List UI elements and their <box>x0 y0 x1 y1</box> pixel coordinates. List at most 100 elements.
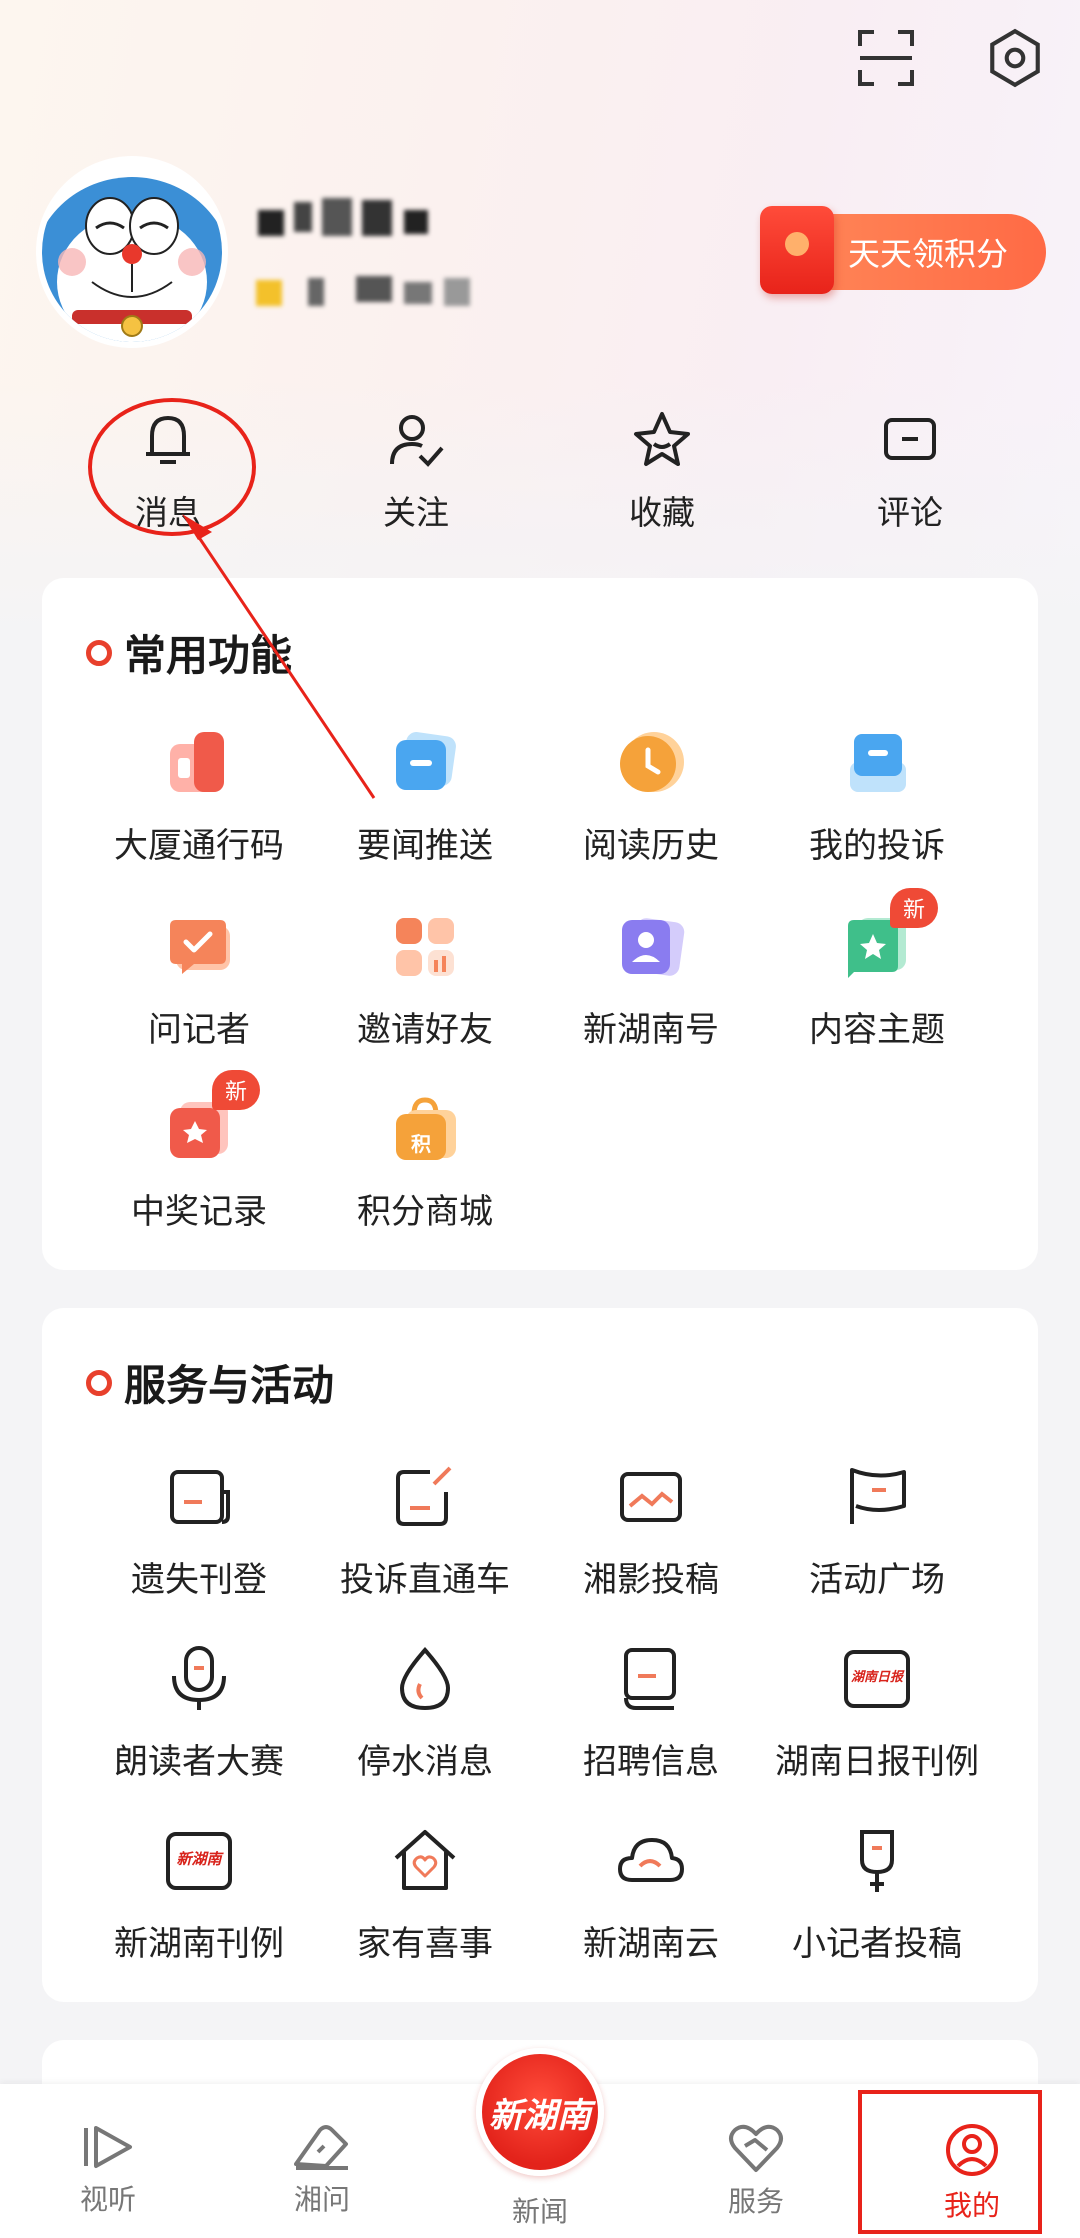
home-heart-icon <box>394 1830 456 1890</box>
section-dot-icon <box>86 639 112 666</box>
new-hunan-glyph: 新湖南 <box>176 1850 222 1868</box>
section-dot-icon <box>86 1369 112 1396</box>
nav-item-service[interactable]: 服务 <box>676 2122 836 2220</box>
service-label: 活动广场 <box>809 1560 945 1600</box>
nav-label: 湘问 <box>293 2183 350 2216</box>
service-heart-icon <box>729 2124 783 2172</box>
function-content-topic[interactable]: 新 内容主题 <box>764 888 990 1051</box>
service-label: 湘影投稿 <box>583 1560 719 1600</box>
reporter-mic-icon <box>860 1830 894 1892</box>
clock-icon <box>616 728 686 798</box>
service-label: 停水消息 <box>357 1742 493 1782</box>
service-complaint-express[interactable]: 投诉直通车 <box>312 1462 538 1601</box>
account-card-icon <box>616 912 686 982</box>
function-label: 邀请好友 <box>357 1010 493 1050</box>
photo-icon <box>620 1472 682 1522</box>
scan-button[interactable] <box>846 18 926 98</box>
news-logo-button[interactable]: 新湖南 <box>476 2048 604 2176</box>
service-water-outage[interactable]: 停水消息 <box>312 1644 538 1783</box>
function-label: 中奖记录 <box>131 1192 267 1232</box>
function-label: 内容主题 <box>809 1010 945 1050</box>
service-label: 家有喜事 <box>357 1924 493 1964</box>
function-my-complaints[interactable]: 我的投诉 <box>764 728 990 867</box>
function-label: 我的投诉 <box>809 826 945 866</box>
service-new-hunan-cloud[interactable]: 新湖南云 <box>538 1826 764 1965</box>
function-label: 问记者 <box>148 1010 250 1050</box>
function-label: 新湖南号 <box>583 1010 719 1050</box>
complaint-icon <box>842 728 912 798</box>
flag-icon <box>850 1468 906 1524</box>
username-blurred <box>258 196 438 246</box>
quick-action-label: 评论 <box>877 493 943 532</box>
annotation-arrow <box>182 514 376 799</box>
service-lost-notice[interactable]: 遗失刊登 <box>86 1462 312 1601</box>
service-young-reporter[interactable]: 小记者投稿 <box>764 1826 990 1965</box>
service-reader-contest[interactable]: 朗读者大赛 <box>86 1644 312 1783</box>
function-points-mall[interactable]: 积 积分商城 <box>312 1094 538 1233</box>
service-label: 湖南日报刊例 <box>775 1742 979 1782</box>
function-new-hunan-account[interactable]: 新湖南号 <box>538 912 764 1051</box>
user-check-icon <box>390 415 444 467</box>
doraemon-avatar-image <box>42 162 222 342</box>
chat-check-icon <box>164 912 234 982</box>
service-label: 招聘信息 <box>583 1742 719 1782</box>
scan-icon <box>858 30 914 86</box>
service-label: 小记者投稿 <box>792 1924 962 1964</box>
star-icon <box>634 412 690 466</box>
edit-box-icon <box>396 1466 452 1526</box>
section-title: 服务与活动 <box>86 1352 334 1413</box>
services-card: 服务与活动 遗失刊登 投诉直通车 湘影投稿 活动广场 朗读者大赛 停水消息 招聘… <box>42 1308 1038 2002</box>
service-activity-plaza[interactable]: 活动广场 <box>764 1462 990 1601</box>
shop-bag-icon: 积 <box>390 1094 460 1164</box>
service-label: 新湖南云 <box>583 1924 719 1964</box>
points-glyph: 积 <box>411 1132 431 1156</box>
hunan-daily-icon: 湖南日报 <box>842 1644 912 1714</box>
service-photo-submission[interactable]: 湘影投稿 <box>538 1462 764 1601</box>
settings-icon <box>990 28 1040 88</box>
service-new-hunan-rates[interactable]: 新湖南 新湖南刊例 <box>86 1826 312 1965</box>
ask-icon <box>294 2125 348 2170</box>
prize-icon: 新 <box>164 1070 260 1164</box>
nav-label: 服务 <box>727 2185 784 2218</box>
function-label: 阅读历史 <box>583 826 719 866</box>
play-icon <box>84 2126 132 2168</box>
nav-item-video[interactable]: 视听 <box>28 2122 188 2218</box>
new-badge: 新 <box>212 1070 260 1110</box>
settings-button[interactable] <box>975 18 1055 98</box>
new-hunan-icon: 新湖南 <box>164 1826 234 1896</box>
section-title-text: 服务与活动 <box>124 1361 335 1410</box>
topic-icon: 新 <box>842 888 938 982</box>
apps-icon <box>390 912 460 982</box>
daily-points-label: 天天领积分 <box>848 235 1009 273</box>
service-hunan-daily-rates[interactable]: 湖南日报 湖南日报刊例 <box>764 1644 990 1783</box>
function-invite-friends[interactable]: 邀请好友 <box>312 912 538 1051</box>
microphone-icon <box>172 1646 226 1710</box>
user-id-blurred <box>256 270 476 314</box>
hunan-daily-glyph: 湖南日报 <box>850 1670 903 1685</box>
nav-item-ask[interactable]: 湘问 <box>242 2122 402 2218</box>
avatar[interactable] <box>42 162 222 342</box>
annotation-rectangle <box>858 2090 1042 2234</box>
water-drop-icon <box>399 1646 451 1711</box>
new-badge: 新 <box>890 888 938 928</box>
quick-action-label: 收藏 <box>629 493 695 532</box>
comment-icon <box>884 418 936 460</box>
service-label: 投诉直通车 <box>340 1560 510 1600</box>
function-label: 积分商城 <box>357 1192 493 1232</box>
notice-icon <box>170 1470 230 1524</box>
function-reading-history[interactable]: 阅读历史 <box>538 728 764 867</box>
service-job-info[interactable]: 招聘信息 <box>538 1644 764 1783</box>
function-ask-reporter[interactable]: 问记者 <box>86 912 312 1051</box>
service-label: 新湖南刊例 <box>114 1924 284 1964</box>
function-label: 大厦通行码 <box>114 826 284 866</box>
red-envelope-icon <box>760 206 834 294</box>
function-label: 要闻推送 <box>357 826 493 866</box>
news-logo-text: 新湖南 <box>489 2095 591 2136</box>
news-push-icon <box>390 728 460 798</box>
service-label: 遗失刊登 <box>131 1560 267 1600</box>
nav-item-news[interactable]: 新闻 <box>460 2184 620 2230</box>
function-prize-records[interactable]: 新 中奖记录 <box>86 1070 312 1233</box>
service-home-celebration[interactable]: 家有喜事 <box>312 1826 538 1965</box>
quick-action-comments[interactable]: 评论 <box>830 408 990 534</box>
quick-action-favorites[interactable]: 收藏 <box>582 408 742 534</box>
